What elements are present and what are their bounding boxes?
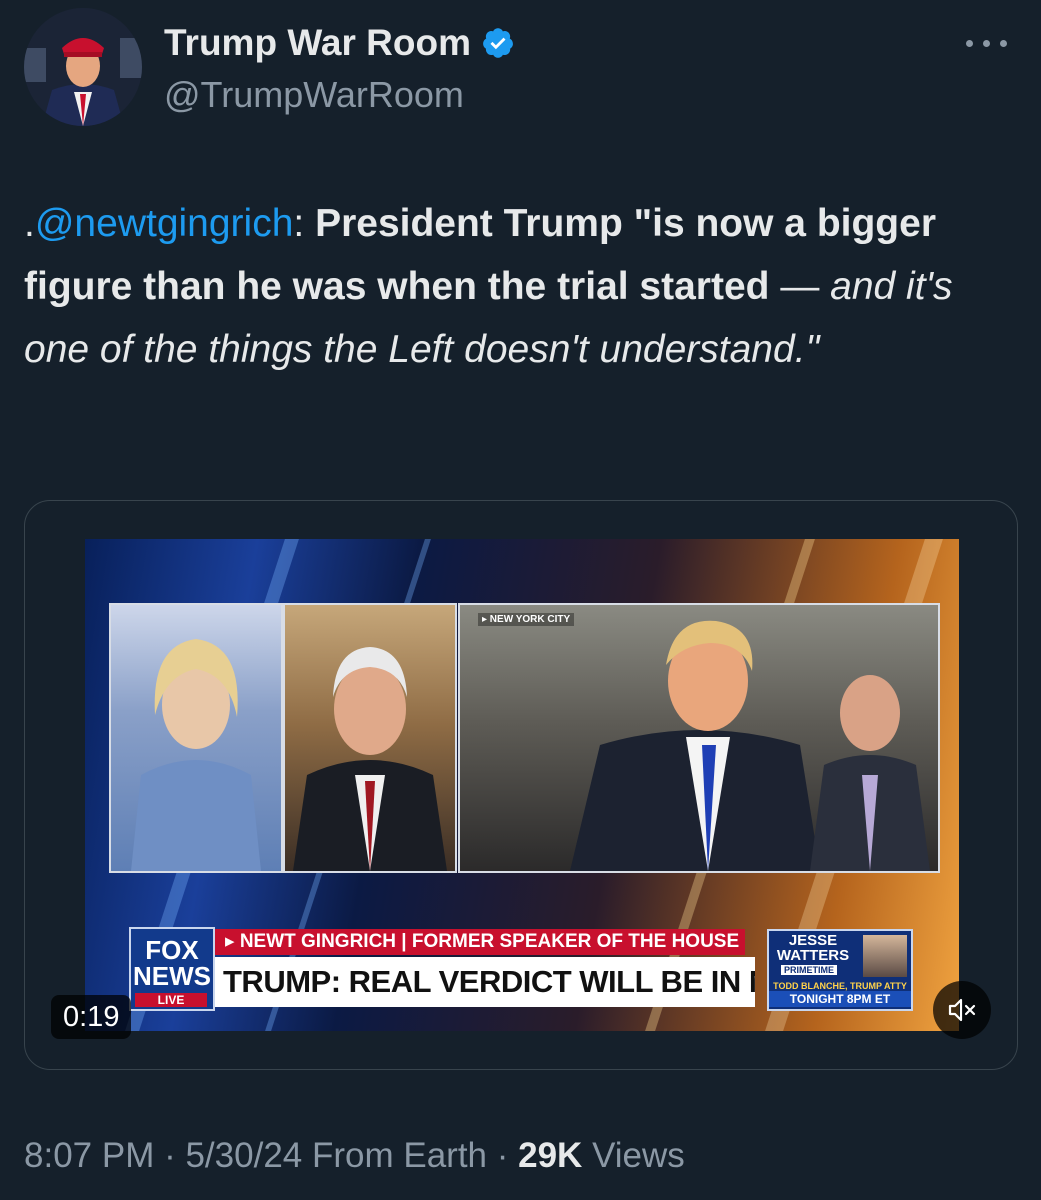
- author-avatar[interactable]: [24, 8, 142, 126]
- meta-separator: ·: [487, 1136, 519, 1175]
- more-options-icon[interactable]: [964, 34, 1010, 54]
- tweet-colon: :: [293, 202, 316, 245]
- tweet-meta: 8:07 PM · 5/30/24 From Earth · 29K Views: [24, 1136, 685, 1176]
- logo-line-1: FOX: [145, 935, 199, 965]
- post-time[interactable]: 8:07 PM: [24, 1136, 154, 1175]
- fox-news-logo: FOX NEWS LIVE: [129, 927, 215, 1011]
- video-panel-guest: [283, 603, 457, 873]
- promo-time: TONIGHT 8PM ET: [769, 991, 911, 1007]
- video-panel-host: [109, 603, 283, 873]
- views-label: Views: [582, 1136, 685, 1175]
- promo-subtitle: PRIMETIME: [781, 965, 838, 975]
- speaker-muted-icon: [948, 998, 976, 1022]
- video-player[interactable]: ▸ NEW YORK CITY FOX NEWS LIVE ▸ NEWT GIN…: [85, 539, 959, 1031]
- tweet-prefix: .: [24, 202, 35, 245]
- promo-host-photo: [863, 935, 907, 977]
- live-label: LIVE: [135, 993, 207, 1007]
- show-promo: JESSE WATTERS PRIMETIME TODD BLANCHE, TR…: [767, 929, 913, 1011]
- video-panel-nyc: ▸ NEW YORK CITY: [458, 603, 940, 873]
- tweet-dash: —: [769, 265, 831, 308]
- promo-guest: TODD BLANCHE, TRUMP ATTY: [773, 981, 907, 991]
- verified-badge-icon: [481, 26, 515, 60]
- chyron-main: TRUMP: REAL VERDICT WILL BE IN NOVEMBER: [215, 957, 755, 1007]
- logo-line-2: NEWS: [133, 961, 211, 991]
- promo-show-name: JESSE WATTERS: [776, 932, 850, 964]
- post-date[interactable]: 5/30/24: [185, 1136, 302, 1175]
- video-elapsed-time: 0:19: [51, 995, 132, 1039]
- post-source: From Earth: [302, 1136, 488, 1175]
- views-count[interactable]: 29K: [518, 1136, 582, 1175]
- mute-button[interactable]: [933, 981, 991, 1039]
- lower-third: FOX NEWS LIVE ▸ NEWT GINGRICH | FORMER S…: [85, 919, 959, 1031]
- author-handle[interactable]: @TrumpWarRoom: [164, 74, 464, 116]
- chyron-top: ▸ NEWT GINGRICH | FORMER SPEAKER OF THE …: [215, 929, 745, 955]
- author-display-name[interactable]: Trump War Room: [164, 22, 471, 64]
- media-card: ▸ NEW YORK CITY FOX NEWS LIVE ▸ NEWT GIN…: [24, 500, 1018, 1070]
- meta-separator: ·: [154, 1136, 186, 1175]
- tweet-header: Trump War Room @TrumpWarRoom: [24, 8, 1024, 133]
- mention-link[interactable]: @newtgingrich: [35, 202, 294, 245]
- tweet-text: .@newtgingrich: President Trump "is now …: [24, 192, 984, 381]
